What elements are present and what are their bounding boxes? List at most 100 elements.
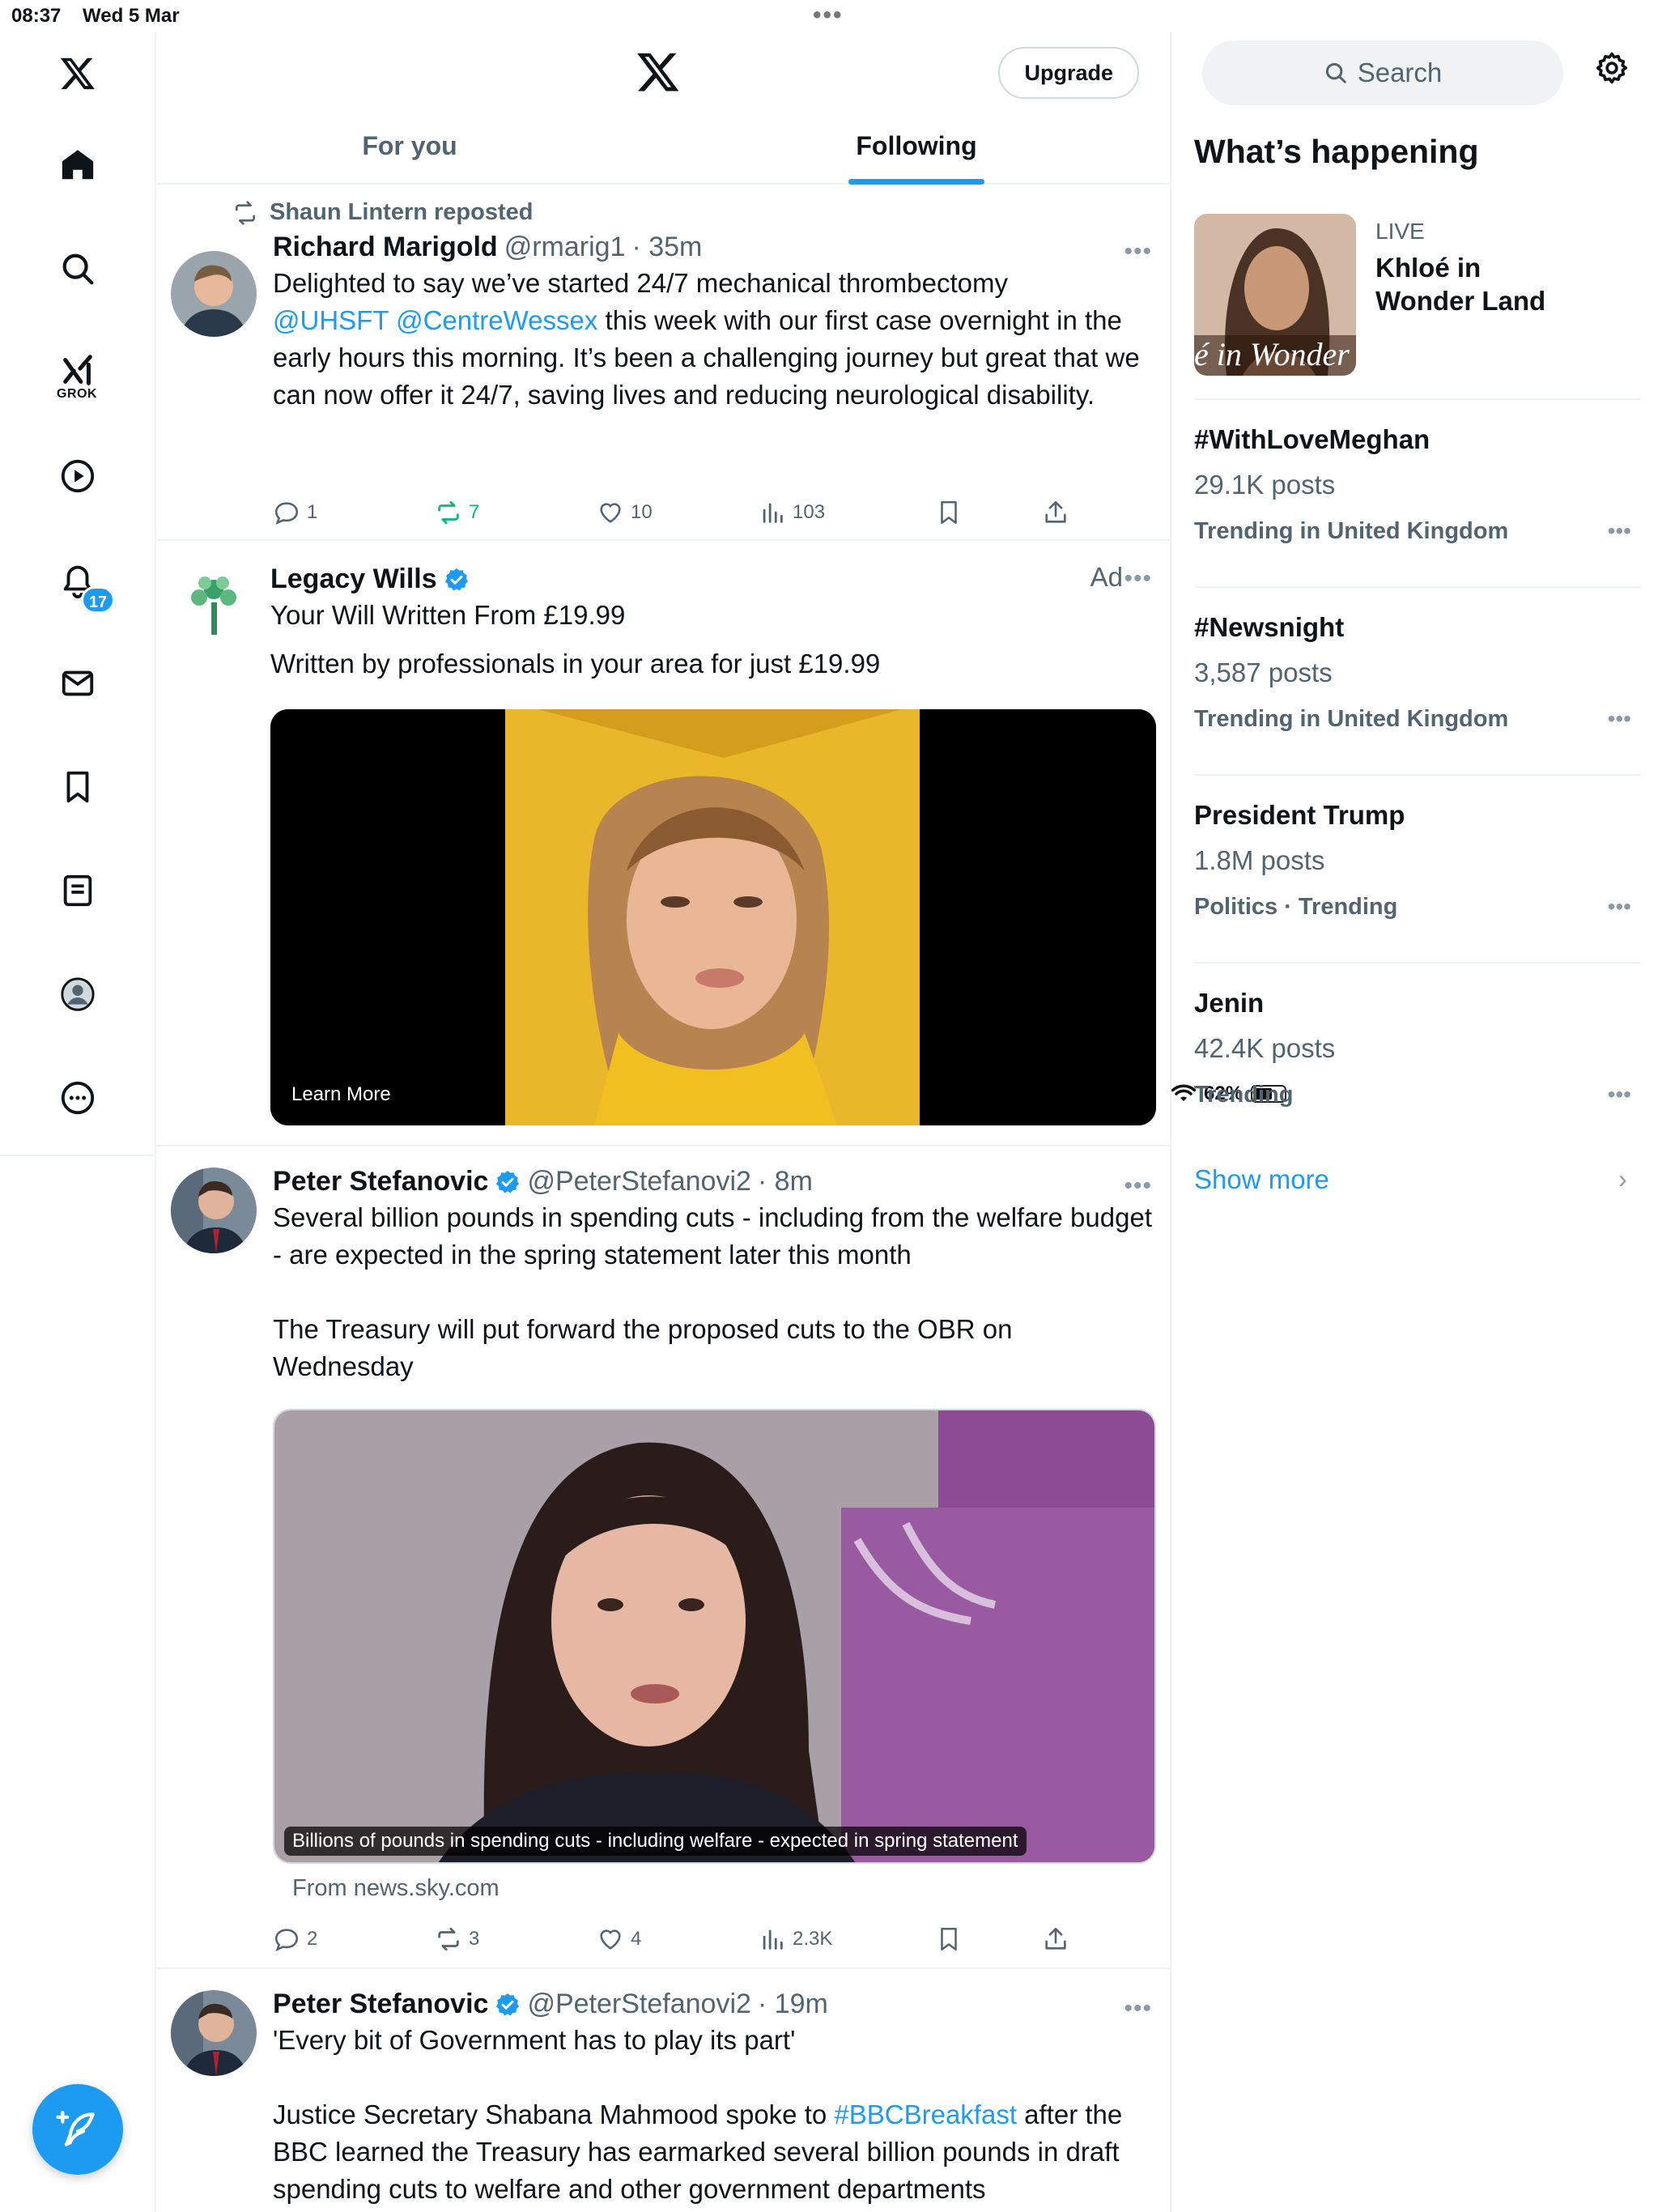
author-handle[interactable]: @PeterStefanovi2	[527, 1166, 750, 1197]
avatar[interactable]	[171, 1990, 257, 2076]
tweet-text-part: Delighted to say we’ve started 24/7 mech…	[273, 268, 1008, 298]
x-logo-icon[interactable]	[45, 40, 110, 105]
author-handle[interactable]: @rmarig1	[504, 232, 626, 263]
link-card-media[interactable]: Billions of pounds in spending cuts - in…	[273, 1409, 1156, 1864]
status-date: Wed 5 Mar	[83, 5, 180, 27]
trend-item[interactable]: #WithLoveMeghan 29.1K posts Trending in …	[1194, 400, 1641, 588]
views-button[interactable]: 103	[759, 499, 825, 526]
repost-context: Shaun Lintern reposted	[232, 199, 533, 226]
search-input[interactable]: Search	[1202, 40, 1563, 105]
hashtag-link[interactable]: #BBCBreakfast	[834, 2099, 1017, 2129]
link-source[interactable]: From news.sky.com	[292, 1875, 500, 1902]
search-placeholder: Search	[1357, 57, 1443, 87]
tab-for-you[interactable]: For you	[156, 121, 663, 185]
chevron-right-icon: ›	[1618, 1164, 1627, 1193]
mention-link[interactable]: @UHSFT	[273, 305, 389, 335]
trend-item[interactable]: Jenin 42.4K posts Trending •••	[1194, 963, 1641, 1151]
profile-icon[interactable]	[45, 962, 110, 1027]
trend-item[interactable]: #Newsnight 3,587 posts Trending in Unite…	[1194, 588, 1641, 776]
tweet-time[interactable]: · 8m	[758, 1166, 813, 1197]
live-title: Khloé in Wonder Land	[1375, 253, 1546, 316]
trend-posts: 29.1K posts	[1194, 470, 1336, 500]
avatar[interactable]	[171, 1168, 257, 1253]
active-tab-indicator	[848, 179, 984, 185]
author-handle[interactable]: @PeterStefanovi2	[527, 1989, 750, 2020]
share-button[interactable]	[1042, 1925, 1069, 1953]
repost-by-label[interactable]: Shaun Lintern reposted	[270, 199, 533, 226]
views-button[interactable]: 2.3K	[759, 1925, 832, 1953]
ad-tweet-card[interactable]: Legacy Wills Your Will Written From £19.…	[156, 541, 1170, 1146]
bookmark-button[interactable]	[935, 1925, 963, 1953]
views-chart-icon	[763, 503, 783, 523]
trend-more-icon[interactable]: •••	[1608, 706, 1631, 732]
tweet-author-line: Peter Stefanovic @PeterStefanovi2 · 19m	[273, 1989, 1155, 2020]
author-name[interactable]: Peter Stefanovic	[273, 1166, 488, 1197]
x-logo-icon[interactable]	[636, 49, 681, 94]
author-name[interactable]: Richard Marigold	[273, 232, 498, 263]
home-icon[interactable]	[45, 133, 110, 198]
tweet-card[interactable]: Peter Stefanovic @PeterStefanovi2 · 19m …	[156, 1969, 1170, 2212]
trend-meta: Politics · Trending	[1194, 894, 1398, 920]
tweet-more-icon[interactable]: •••	[1124, 238, 1152, 266]
status-time: 08:37	[11, 5, 62, 27]
reply-count: 1	[307, 501, 318, 523]
live-event-card[interactable]: é in Wonder l LIVE Khloé in Wonder Land	[1194, 214, 1641, 400]
tweet-time[interactable]: · 35m	[631, 232, 702, 263]
tweet-card[interactable]: Shaun Lintern reposted Richard Marigold …	[156, 185, 1170, 541]
tab-following[interactable]: Following	[663, 121, 1170, 185]
more-options-icon[interactable]	[45, 1066, 110, 1130]
repost-button[interactable]: 3	[435, 1925, 479, 1953]
repost-icon	[438, 500, 459, 525]
notifications-badge: 17	[81, 586, 115, 614]
video-play-icon[interactable]	[45, 444, 110, 508]
gear-icon[interactable]	[1594, 50, 1630, 86]
upgrade-button[interactable]: Upgrade	[998, 47, 1139, 99]
main-timeline: Upgrade For you Following Shaun Lintern …	[156, 32, 1171, 2212]
like-count: 4	[631, 1928, 642, 1950]
avatar[interactable]	[171, 562, 257, 648]
trend-meta: Trending in United Kingdom	[1194, 518, 1509, 544]
compose-post-button[interactable]	[32, 2084, 123, 2175]
bookmarks-icon[interactable]	[45, 755, 110, 819]
bookmark-icon	[941, 500, 957, 525]
tweet-body: Richard Marigold @rmarig1 · 35m Delighte…	[273, 232, 1155, 414]
ad-video-media[interactable]: Learn More	[270, 709, 1156, 1125]
heart-icon	[600, 1929, 621, 1950]
messages-mail-icon[interactable]	[45, 651, 110, 716]
trend-meta: Trending in United Kingdom	[1194, 706, 1509, 732]
live-event-image: é in Wonder l	[1194, 214, 1356, 376]
like-button[interactable]: 10	[597, 499, 653, 526]
verified-badge-icon	[496, 1993, 520, 2015]
lists-icon[interactable]	[45, 858, 110, 923]
avatar[interactable]	[171, 251, 257, 337]
trend-meta: Trending	[1194, 1082, 1294, 1108]
tweet-card[interactable]: Peter Stefanovic @PeterStefanovi2 · 8m S…	[156, 1146, 1170, 1969]
link-card-caption: Billions of pounds in spending cuts - in…	[284, 1827, 1027, 1856]
trend-item[interactable]: President Trump 1.8M posts Politics · Tr…	[1194, 776, 1641, 963]
share-icon	[1045, 1927, 1066, 1950]
tweet-more-icon[interactable]: •••	[1124, 1172, 1152, 1200]
tweet-more-icon[interactable]: •••	[1124, 565, 1152, 593]
show-more-link[interactable]: Show more	[1194, 1164, 1329, 1195]
reply-button[interactable]: 2	[273, 1925, 317, 1953]
multitasking-dots[interactable]: •••	[813, 2, 844, 29]
trend-more-icon[interactable]: •••	[1608, 894, 1631, 920]
tweet-body: Peter Stefanovic @PeterStefanovi2 · 8m S…	[273, 1166, 1155, 1385]
share-button[interactable]	[1042, 499, 1069, 526]
like-button[interactable]: 4	[597, 1925, 641, 1953]
trend-more-icon[interactable]: •••	[1608, 518, 1631, 544]
reply-button[interactable]: 1	[273, 499, 317, 526]
trend-more-icon[interactable]: •••	[1608, 1082, 1631, 1108]
explore-search-icon[interactable]	[45, 236, 110, 301]
ad-headline: Your Will Written From £19.99	[270, 600, 626, 630]
bookmark-button[interactable]	[935, 499, 963, 526]
views-chart-icon	[763, 1929, 783, 1950]
tweet-time[interactable]: · 19m	[758, 1989, 828, 2020]
repost-icon	[236, 200, 255, 225]
learn-more-cta[interactable]: Learn More	[291, 1083, 391, 1106]
mention-link[interactable]: @CentreWessex	[396, 305, 597, 335]
tweet-more-icon[interactable]: •••	[1124, 1995, 1152, 2023]
repost-button[interactable]: 7	[435, 499, 479, 526]
author-name[interactable]: Legacy Wills	[270, 564, 437, 595]
author-name[interactable]: Peter Stefanovic	[273, 1989, 488, 2020]
